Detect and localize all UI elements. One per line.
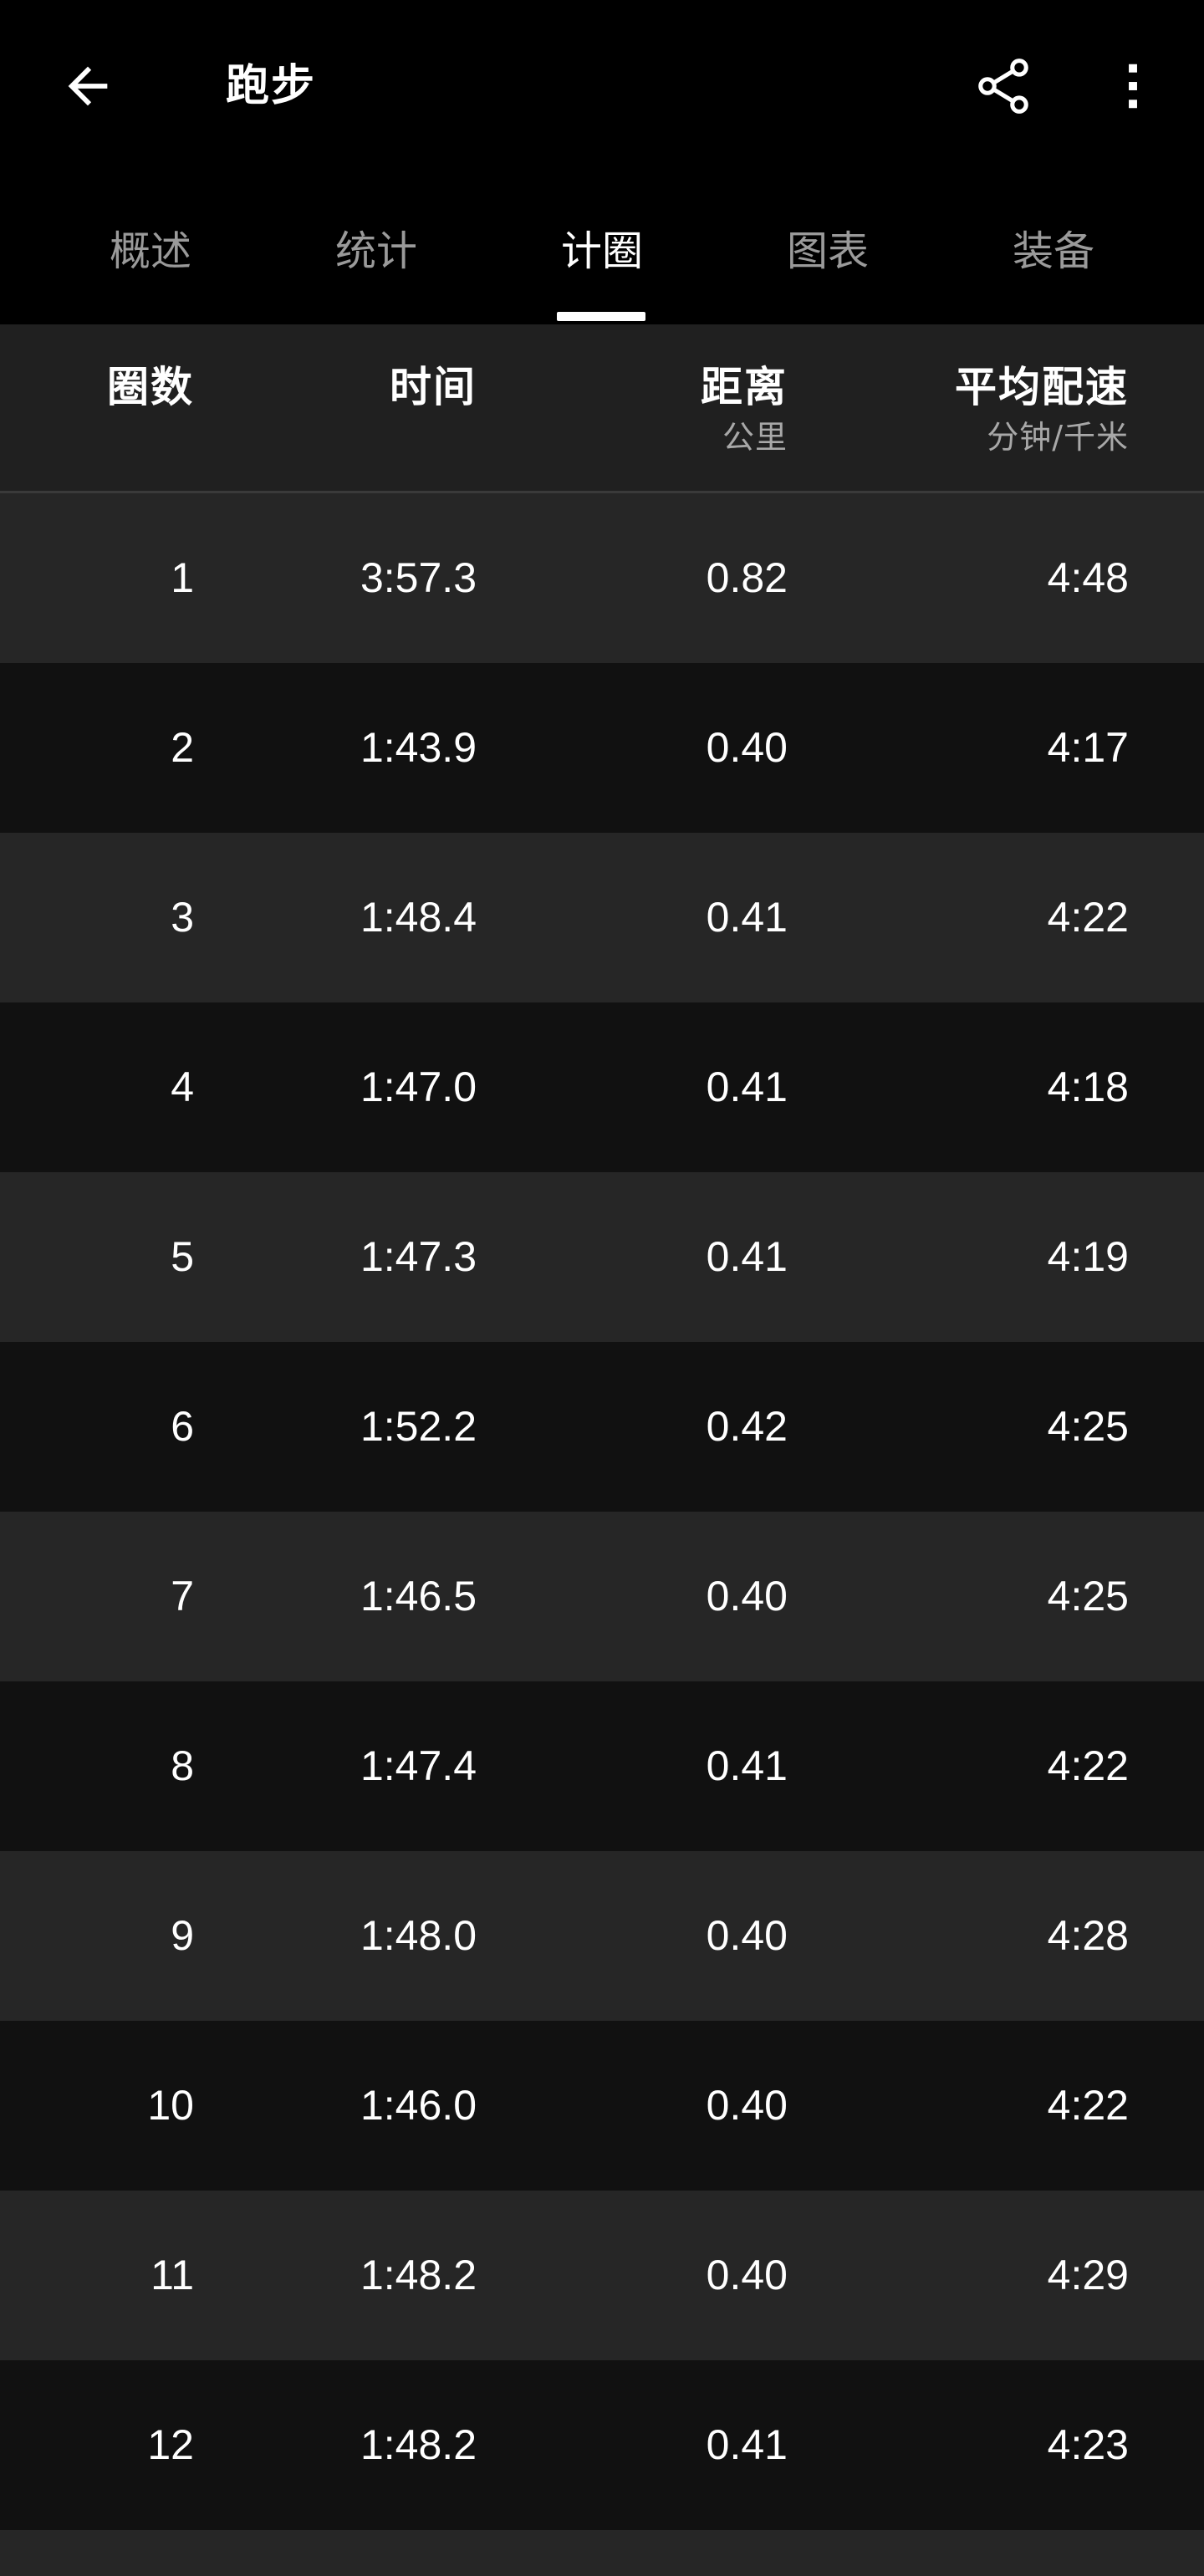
lap-number: 8: [171, 1742, 194, 1789]
tab-overview[interactable]: 概述: [38, 171, 263, 324]
lap-number: 11: [150, 2252, 194, 2298]
table-row[interactable]: 10 1:46.0 0.40 4:22: [0, 2021, 1204, 2191]
lap-number: 5: [171, 1233, 194, 1280]
lap-pace: 4:25: [1047, 1403, 1129, 1450]
lap-pace: 4:25: [1047, 1573, 1129, 1620]
tab-laps[interactable]: 计圈: [489, 171, 715, 324]
table-row[interactable]: 9 1:48.0 0.40 4:28: [0, 1851, 1204, 2021]
header-laps: 圈数: [107, 358, 194, 416]
table-row[interactable]: 3 1:48.4 0.41 4:22: [0, 833, 1204, 1002]
page-title: 跑步: [226, 61, 317, 111]
lap-number: 12: [147, 2421, 194, 2468]
table-row[interactable]: 4 1:47.0 0.41 4:18: [0, 1002, 1204, 1172]
lap-distance: 0.82: [706, 554, 788, 601]
header-pace-unit: 分钟/千米: [987, 419, 1129, 456]
lap-pace: 4:29: [1047, 2252, 1129, 2298]
lap-time: 1:46.0: [360, 2082, 477, 2129]
arrow-left-icon: [59, 57, 117, 119]
lap-time: 1:48.4: [360, 894, 477, 941]
lap-pace: 4:48: [1047, 554, 1129, 601]
header-distance-label: 距离: [701, 363, 788, 411]
header-laps-label: 圈数: [107, 363, 194, 411]
lap-time: 1:43.9: [360, 724, 477, 771]
header-distance-unit: 公里: [722, 419, 788, 456]
lap-time: 1:46.5: [360, 1573, 477, 1620]
lap-time: 1:47.3: [360, 1233, 477, 1280]
tab-stats[interactable]: 统计: [263, 171, 489, 324]
lap-time: 1:48.0: [360, 1912, 477, 1959]
tab-gear[interactable]: 装备: [941, 171, 1166, 324]
lap-number: 3: [171, 894, 194, 941]
lap-pace: 4:18: [1047, 1064, 1129, 1110]
lap-distance: 0.40: [706, 1912, 788, 1959]
table-row[interactable]: 2 1:43.9 0.40 4:17: [0, 663, 1204, 833]
lap-pace: 4:19: [1047, 1233, 1129, 1280]
lap-number: 7: [171, 1573, 194, 1620]
lap-time: 1:48.2: [360, 2252, 477, 2298]
lap-pace: 4:17: [1047, 724, 1129, 771]
lap-number: 1: [171, 554, 194, 601]
laps-table-header: 圈数 时间 距离 公里 平均配速 分钟/千米: [0, 324, 1204, 493]
share-icon: [972, 54, 1035, 121]
table-row[interactable]: 1 3:57.3 0.82 4:48: [0, 493, 1204, 663]
lap-distance: 0.41: [706, 1064, 788, 1110]
lap-number: 4: [171, 1064, 194, 1110]
table-row[interactable]: 5 1:47.3 0.41 4:19: [0, 1172, 1204, 1342]
header-distance: 距离 公里: [701, 358, 788, 458]
lap-number: 9: [171, 1912, 194, 1959]
share-button[interactable]: [962, 46, 1045, 130]
lap-pace: 4:22: [1047, 2082, 1129, 2129]
table-row[interactable]: 7 1:46.5 0.40 4:25: [0, 1512, 1204, 1681]
lap-distance: 0.40: [706, 2082, 788, 2129]
lap-pace: 4:22: [1047, 894, 1129, 941]
lap-time: 1:48.2: [360, 2421, 477, 2468]
lap-distance: 0.41: [706, 1233, 788, 1280]
active-tab-indicator: [557, 312, 645, 321]
lap-pace: 4:28: [1047, 1912, 1129, 1959]
tab-charts[interactable]: 图表: [715, 171, 941, 324]
lap-distance: 0.40: [706, 724, 788, 771]
lap-number: 2: [171, 724, 194, 771]
lap-pace: 4:23: [1047, 2421, 1129, 2468]
lap-time: 1:52.2: [360, 1403, 477, 1450]
lap-time: 1:47.4: [360, 1742, 477, 1789]
back-button[interactable]: [46, 46, 130, 130]
app-bar: 跑步: [0, 0, 1204, 171]
header-pace-label: 平均配速: [955, 363, 1129, 411]
more-options-button[interactable]: [1091, 46, 1175, 130]
lap-distance: 0.40: [706, 1573, 788, 1620]
lap-time: 3:57.3: [360, 554, 477, 601]
lap-number: 10: [147, 2082, 194, 2129]
more-vertical-icon: [1104, 57, 1162, 119]
lap-number: 6: [171, 1403, 194, 1450]
header-time: 时间: [390, 358, 477, 416]
header-time-label: 时间: [390, 363, 477, 411]
header-pace: 平均配速 分钟/千米: [955, 358, 1129, 458]
table-row[interactable]: 12 1:48.2 0.41 4:23: [0, 2360, 1204, 2530]
lap-distance: 0.41: [706, 894, 788, 941]
table-row[interactable]: 6 1:52.2 0.42 4:25: [0, 1342, 1204, 1512]
table-row-partial: [0, 2530, 1204, 2576]
lap-distance: 0.41: [706, 2421, 788, 2468]
tab-bar: 概述 统计 计圈 图表 装备: [0, 171, 1204, 324]
lap-pace: 4:22: [1047, 1742, 1129, 1789]
laps-table-body: 1 3:57.3 0.82 4:48 2 1:43.9 0.40 4:17 3 …: [0, 493, 1204, 2530]
lap-distance: 0.40: [706, 2252, 788, 2298]
lap-time: 1:47.0: [360, 1064, 477, 1110]
table-row[interactable]: 8 1:47.4 0.41 4:22: [0, 1681, 1204, 1851]
lap-distance: 0.41: [706, 1742, 788, 1789]
lap-distance: 0.42: [706, 1403, 788, 1450]
table-row[interactable]: 11 1:48.2 0.40 4:29: [0, 2191, 1204, 2360]
